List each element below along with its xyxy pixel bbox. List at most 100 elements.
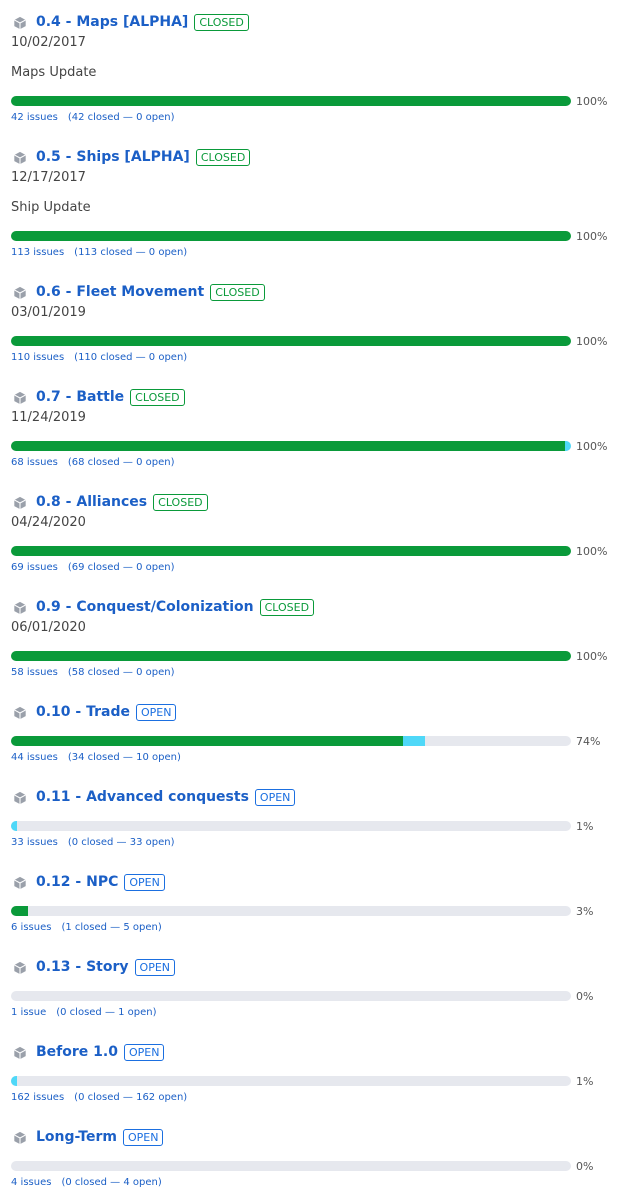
issues-count-link[interactable]: 1 issue — [11, 1007, 46, 1018]
progress-percent: 74% — [576, 734, 601, 748]
milestone-item: 0.12 - NPC OPEN 3% 6 issues (1 closed — 5 op… — [11, 871, 620, 936]
issues-breakdown[interactable]: (110 closed — 0 open) — [74, 352, 187, 363]
milestone-item: 0.8 - Alliances CLOSED 04/24/2020 100% 69 is… — [11, 491, 620, 576]
issues-count-link[interactable]: 110 issues — [11, 352, 64, 363]
milestone-title-link[interactable]: 0.13 - Story — [36, 959, 129, 975]
progress-bar — [11, 1076, 571, 1086]
milestone-header: 0.11 - Advanced conquests OPEN — [11, 786, 620, 808]
progress-closed-fill — [11, 651, 571, 661]
milestone-header: 0.6 - Fleet Movement CLOSED — [11, 281, 620, 303]
issues-breakdown[interactable]: (34 closed — 10 open) — [68, 752, 181, 763]
milestone-header: 0.5 - Ships [ALPHA] CLOSED — [11, 146, 620, 168]
milestone-title-link[interactable]: 0.11 - Advanced conquests — [36, 789, 249, 805]
progress-bar — [11, 546, 571, 556]
package-icon — [13, 600, 27, 615]
milestone-title-link[interactable]: Long-Term — [36, 1129, 117, 1145]
milestone-item: 0.6 - Fleet Movement CLOSED 03/01/2019 100%… — [11, 281, 620, 366]
milestone-item: 0.13 - Story OPEN 0% 1 issue (0 closed — 1 o… — [11, 956, 620, 1021]
progress-closed-fill — [11, 336, 571, 346]
package-icon — [13, 1130, 27, 1145]
milestone-header: 0.13 - Story OPEN — [11, 956, 620, 978]
package-icon — [13, 705, 27, 720]
issues-count-link[interactable]: 162 issues — [11, 1092, 64, 1103]
milestone-due-date: 04/24/2020 — [11, 515, 86, 530]
milestone-title-link[interactable]: 0.6 - Fleet Movement — [36, 284, 204, 300]
package-icon — [13, 15, 27, 30]
status-badge: CLOSED — [259, 598, 315, 616]
progress-bar — [11, 336, 571, 346]
issues-breakdown[interactable]: (68 closed — 0 open) — [68, 457, 175, 468]
issues-count-link[interactable]: 33 issues — [11, 837, 58, 848]
milestone-title-link[interactable]: 0.9 - Conquest/Colonization — [36, 599, 254, 615]
issues-breakdown[interactable]: (69 closed — 0 open) — [68, 562, 175, 573]
progress-bar — [11, 231, 571, 241]
issues-count-link[interactable]: 69 issues — [11, 562, 58, 573]
milestone-title-link[interactable]: 0.4 - Maps [ALPHA] — [36, 14, 188, 30]
progress-closed-fill — [11, 231, 571, 241]
progress-closed-fill — [11, 441, 566, 451]
milestone-title-link[interactable]: Before 1.0 — [36, 1044, 118, 1060]
status-badge: OPEN — [134, 958, 176, 976]
status-badge: CLOSED — [195, 148, 251, 166]
issues-breakdown[interactable]: (0 closed — 33 open) — [68, 837, 175, 848]
milestone-item: 0.9 - Conquest/Colonization CLOSED 06/01/2… — [11, 596, 620, 681]
status-badge: CLOSED — [153, 493, 208, 511]
issues-count-link[interactable]: 113 issues — [11, 247, 64, 258]
issues-count-link[interactable]: 6 issues — [11, 922, 51, 933]
progress-percent: 100% — [576, 94, 608, 108]
issues-breakdown[interactable]: (0 closed — 162 open) — [74, 1092, 187, 1103]
status-badge: OPEN — [135, 703, 177, 721]
progress-closed-fill — [11, 96, 571, 106]
progress-bar — [11, 821, 571, 831]
status-badge: OPEN — [124, 873, 165, 891]
issues-breakdown[interactable]: (42 closed — 0 open) — [68, 112, 175, 123]
status-badge: OPEN — [122, 1128, 164, 1146]
progress-bar — [11, 651, 571, 661]
package-icon — [13, 285, 27, 300]
progress-in-progress-fill — [11, 821, 17, 831]
milestone-list: 0.4 - Maps [ALPHA] CLOSED 10/02/2017 Maps U… — [0, 0, 620, 1191]
milestone-item: 0.4 - Maps [ALPHA] CLOSED 10/02/2017 Maps U… — [11, 11, 620, 126]
issues-breakdown[interactable]: (1 closed — 5 open) — [61, 922, 161, 933]
issues-count-link[interactable]: 68 issues — [11, 457, 58, 468]
progress-percent: 100% — [576, 649, 608, 663]
package-icon — [13, 790, 27, 805]
progress-percent: 100% — [576, 334, 608, 348]
milestone-title-link[interactable]: 0.5 - Ships [ALPHA] — [36, 149, 190, 165]
milestone-description: Maps Update — [11, 65, 97, 80]
progress-percent: 0% — [576, 989, 594, 1003]
issues-count-link[interactable]: 4 issues — [11, 1177, 51, 1188]
milestone-title-link[interactable]: 0.10 - Trade — [36, 704, 130, 720]
milestone-title-link[interactable]: 0.12 - NPC — [36, 874, 118, 890]
milestone-item: Before 1.0 OPEN 1% 162 issues (0 closed — 16… — [11, 1041, 620, 1106]
progress-percent: 0% — [576, 1159, 594, 1173]
progress-bar — [11, 991, 571, 1001]
issues-breakdown[interactable]: (113 closed — 0 open) — [74, 247, 187, 258]
package-icon — [13, 150, 27, 165]
issues-count-link[interactable]: 42 issues — [11, 112, 58, 123]
milestone-header: 0.7 - Battle CLOSED — [11, 386, 620, 408]
status-badge: CLOSED — [130, 388, 185, 406]
milestone-due-date: 12/17/2017 — [11, 170, 86, 185]
issues-count-link[interactable]: 44 issues — [11, 752, 58, 763]
progress-closed-fill — [11, 736, 403, 746]
progress-closed-fill — [11, 546, 571, 556]
progress-bar — [11, 441, 571, 451]
milestone-due-date: 10/02/2017 — [11, 35, 86, 50]
issues-breakdown[interactable]: (0 closed — 4 open) — [61, 1177, 161, 1188]
milestone-header: 0.9 - Conquest/Colonization CLOSED — [11, 596, 620, 618]
milestone-title-link[interactable]: 0.7 - Battle — [36, 389, 124, 405]
issues-count-link[interactable]: 58 issues — [11, 667, 58, 678]
milestone-item: 0.11 - Advanced conquests OPEN 1% 33 issues… — [11, 786, 620, 851]
progress-percent: 100% — [576, 229, 608, 243]
milestone-item: Long-Term OPEN 0% 4 issues (0 closed — 4 ope… — [11, 1126, 620, 1191]
package-icon — [13, 390, 27, 405]
issues-breakdown[interactable]: (0 closed — 1 open) — [56, 1007, 156, 1018]
milestone-header: 0.10 - Trade OPEN — [11, 701, 620, 723]
progress-percent: 1% — [576, 819, 594, 833]
issues-breakdown[interactable]: (58 closed — 0 open) — [68, 667, 175, 678]
progress-bar — [11, 96, 571, 106]
progress-bar — [11, 1161, 571, 1171]
milestone-title-link[interactable]: 0.8 - Alliances — [36, 494, 147, 510]
progress-in-progress-fill — [11, 1076, 17, 1086]
